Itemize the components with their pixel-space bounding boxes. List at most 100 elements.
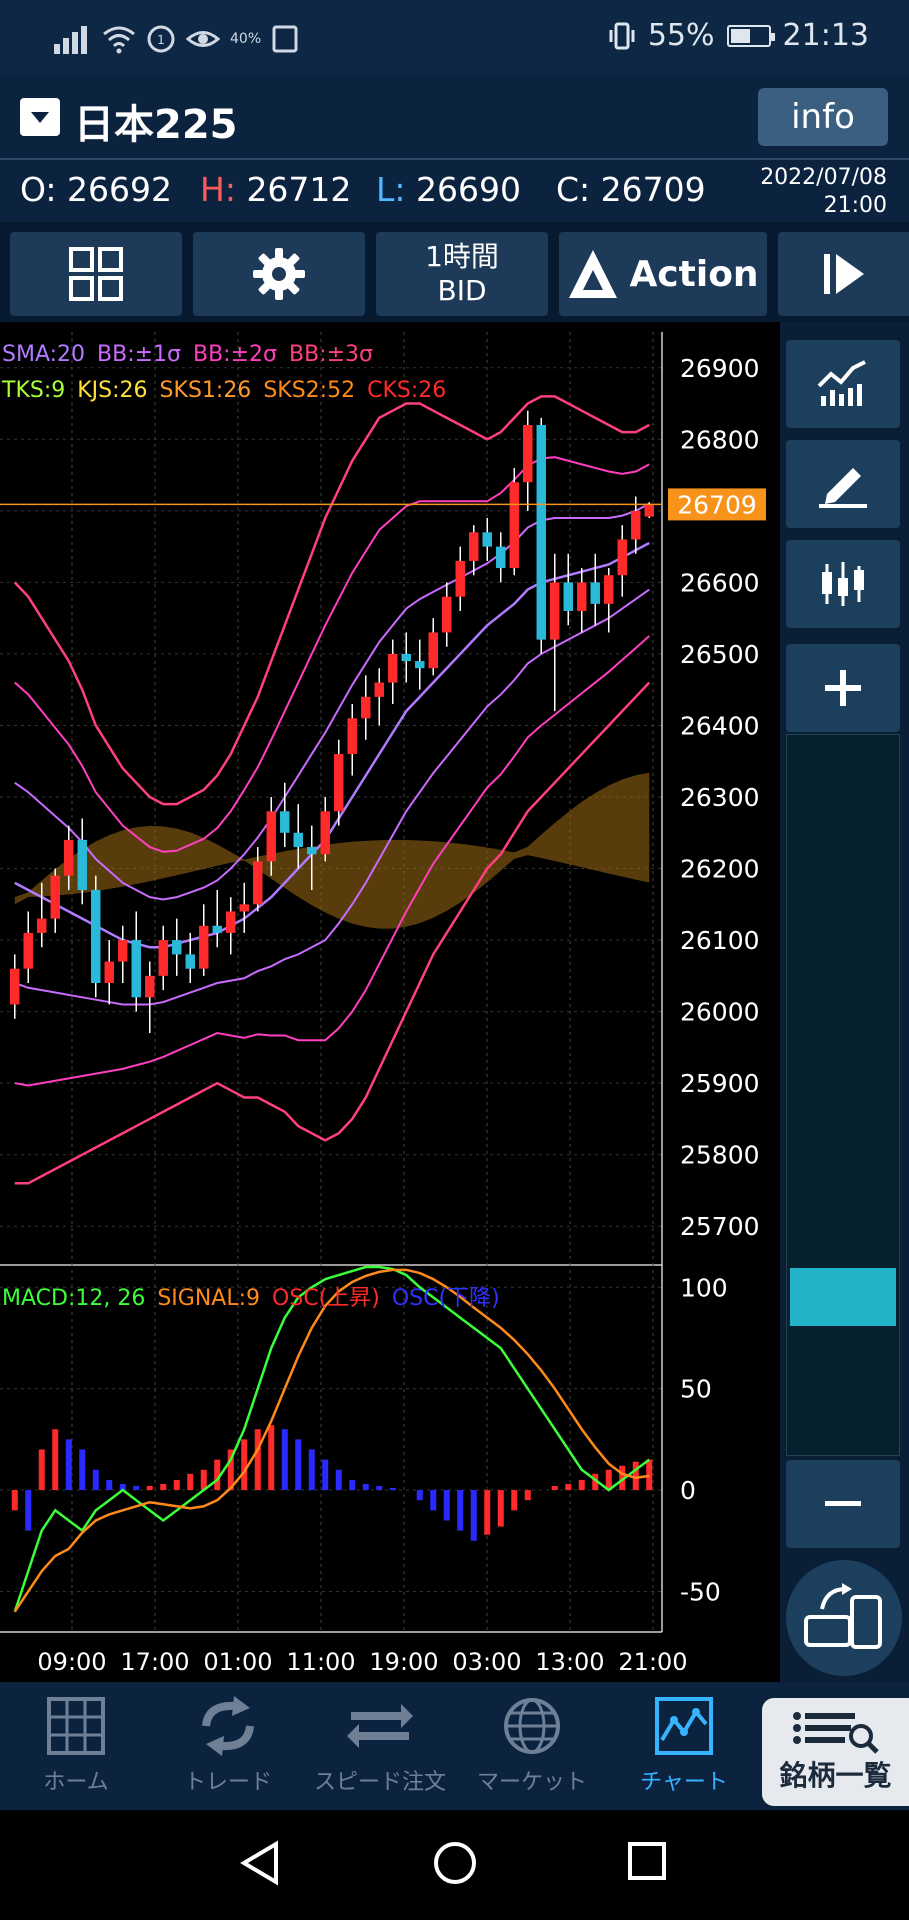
candle-body bbox=[442, 596, 452, 633]
osc-bar bbox=[551, 1486, 558, 1491]
macd-line bbox=[13, 1265, 651, 1613]
home-circle-icon[interactable] bbox=[432, 1840, 478, 1886]
price-legend-row1: SMA:20 BB:±1σ BB:±2σ BB:±3σ bbox=[2, 342, 385, 367]
chart-area[interactable]: 09:00 17:00 01:00 11:00 19:00 03:00 13:00 21:00… bbox=[0, 322, 780, 1682]
recents-square-icon[interactable] bbox=[626, 1840, 668, 1882]
macd-legend-item-3: OSC(下降) bbox=[391, 1286, 500, 1311]
legend-item-2: BB:±2σ bbox=[193, 342, 277, 367]
tab-speed-order[interactable]: SPEED スピード注文 bbox=[310, 1696, 450, 1806]
action-logo-icon bbox=[569, 250, 618, 298]
zoom-slider-thumb[interactable] bbox=[790, 1268, 896, 1327]
rotate-screen-button[interactable] bbox=[786, 1560, 902, 1676]
zoom-in-button[interactable] bbox=[786, 644, 900, 732]
osc-bar bbox=[92, 1469, 99, 1491]
candle-body bbox=[644, 504, 654, 517]
osc-bar bbox=[376, 1486, 383, 1491]
legend-item-1: BB:±1σ bbox=[97, 342, 181, 367]
legend-item-2: SKS1:26 bbox=[159, 378, 252, 403]
osc-bar bbox=[470, 1490, 477, 1541]
candle-body bbox=[145, 975, 155, 998]
osc-bar bbox=[497, 1490, 504, 1527]
osc-bar bbox=[268, 1425, 275, 1491]
indicator-button[interactable] bbox=[786, 340, 900, 428]
candle-body bbox=[131, 940, 141, 998]
candle-body bbox=[428, 632, 438, 669]
draw-pen-icon bbox=[819, 468, 867, 508]
price-tick-label: 25900 bbox=[680, 1069, 760, 1098]
ichimoku-cloud bbox=[14, 772, 650, 929]
candle-body bbox=[334, 754, 344, 812]
back-icon[interactable] bbox=[240, 1840, 280, 1886]
sync-icon: 1 bbox=[147, 25, 175, 53]
timeframe-label: 1時間 bbox=[425, 240, 499, 273]
osc-bar bbox=[578, 1479, 585, 1491]
candle-body bbox=[239, 904, 249, 912]
candle-body bbox=[64, 839, 74, 876]
chart-canvas[interactable]: 09:00 17:00 01:00 11:00 19:00 03:00 13:00 21:00… bbox=[0, 322, 780, 1682]
osc-bar bbox=[11, 1490, 18, 1511]
eye-icon bbox=[186, 31, 220, 47]
bar-date: 2022/07/08 bbox=[760, 165, 887, 190]
osc-bar bbox=[187, 1473, 194, 1491]
candle-body bbox=[23, 932, 33, 969]
zoom-slider[interactable] bbox=[786, 734, 900, 1456]
candle-body bbox=[590, 582, 600, 604]
tab-home[interactable]: ホーム bbox=[6, 1696, 146, 1806]
tab-label: ホーム bbox=[43, 1770, 109, 1795]
osc-bar bbox=[484, 1490, 491, 1535]
zoom-out-button[interactable] bbox=[786, 1460, 900, 1548]
candle-body bbox=[91, 890, 101, 983]
osc-bar bbox=[65, 1439, 72, 1491]
osc-bar bbox=[241, 1439, 248, 1491]
grid-icon bbox=[69, 247, 123, 301]
tab-label: トレード bbox=[183, 1770, 272, 1795]
tab-chart[interactable]: チャート bbox=[614, 1696, 754, 1806]
play-step-icon bbox=[823, 254, 864, 294]
osc-bar bbox=[430, 1490, 437, 1511]
macd-tick-label: 50 bbox=[680, 1375, 712, 1404]
candle-body bbox=[199, 925, 209, 969]
osc-bar bbox=[38, 1449, 45, 1491]
system-nav-bar bbox=[0, 1810, 909, 1920]
settings-button[interactable] bbox=[193, 232, 365, 316]
status-icons: 1 40% bbox=[52, 22, 299, 56]
layout-grid-button[interactable] bbox=[10, 232, 182, 316]
osc-bar bbox=[389, 1488, 396, 1491]
vibrate-icon bbox=[609, 22, 635, 49]
price-tick-label: 26000 bbox=[680, 998, 760, 1027]
symbol-list-label: 銘柄一覧 bbox=[779, 1759, 892, 1792]
candle-body bbox=[604, 575, 614, 604]
candle-body bbox=[37, 918, 47, 933]
timeframe-button[interactable]: 1時間 BID bbox=[376, 232, 548, 316]
symbol-name[interactable]: 日本225 bbox=[74, 92, 238, 150]
ohlc-open: O: 26692 bbox=[20, 170, 172, 209]
osc-bar bbox=[146, 1486, 153, 1491]
osc-bar bbox=[646, 1459, 653, 1491]
signal-icon bbox=[54, 26, 87, 54]
osc-bar bbox=[632, 1461, 639, 1491]
osc-bar bbox=[79, 1449, 86, 1491]
step-forward-button[interactable] bbox=[778, 232, 909, 316]
symbol-dropdown-button[interactable] bbox=[20, 98, 60, 136]
tab-trade[interactable]: トレード bbox=[158, 1696, 298, 1806]
osc-bar bbox=[160, 1483, 167, 1491]
time-tick-label: 01:00 bbox=[203, 1648, 272, 1676]
action-button[interactable]: Action bbox=[559, 232, 767, 316]
status-bar: 1 40% 55% 21:13 bbox=[0, 0, 909, 76]
tab-market[interactable]: マーケット bbox=[462, 1696, 602, 1806]
tab-label: スピード注文 bbox=[313, 1770, 446, 1795]
chart-icon bbox=[655, 1697, 713, 1755]
draw-tool-button[interactable] bbox=[786, 440, 900, 528]
candle-body bbox=[550, 582, 560, 640]
symbol-list-button[interactable]: 銘柄一覧 bbox=[762, 1698, 909, 1806]
candle-body bbox=[374, 682, 384, 697]
zoom-out-icon bbox=[825, 1501, 861, 1506]
ohlc-low: L: 26690 bbox=[376, 170, 521, 209]
candle-body bbox=[496, 546, 506, 569]
info-button[interactable]: info bbox=[758, 88, 888, 146]
time-tick-label: 03:00 bbox=[452, 1648, 521, 1676]
osc-bar bbox=[443, 1490, 450, 1521]
chart-type-button[interactable] bbox=[786, 540, 900, 628]
legend-item-1: KJS:26 bbox=[77, 378, 148, 403]
ohlc-high: H: 26712 bbox=[200, 170, 352, 209]
